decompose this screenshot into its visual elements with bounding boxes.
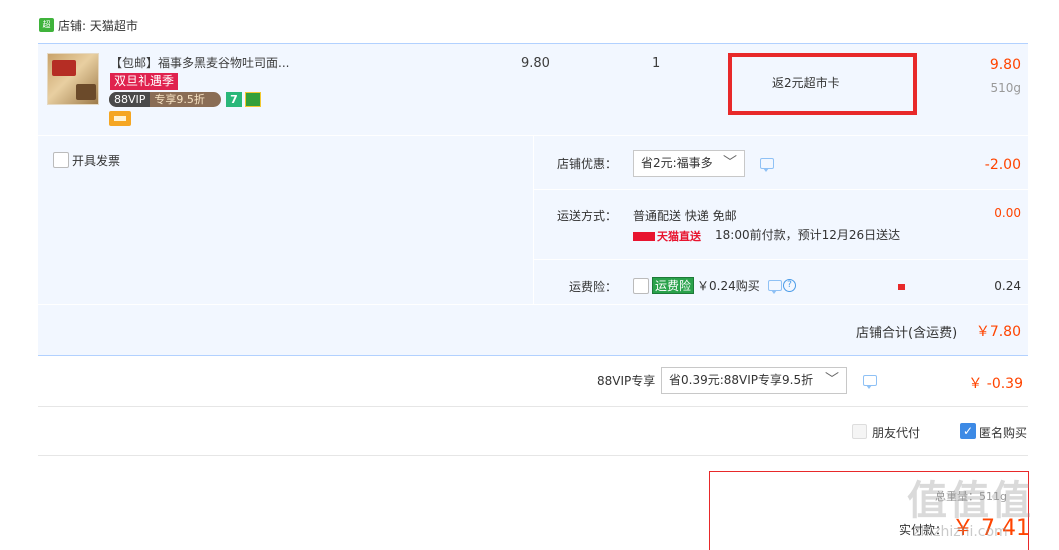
shop-total-amount: ￥7.80	[975, 324, 1021, 340]
shop-total-label: 店铺合计(含运费)	[856, 326, 958, 341]
vip-tag-label: 88VIP	[109, 92, 151, 107]
product-thumbnail-detail	[52, 60, 76, 76]
options-divider	[533, 189, 1028, 190]
rebate-text: 返2元超市卡	[772, 76, 840, 90]
insurance-badge: 运费险	[652, 277, 695, 294]
shipping-label: 运送方式：	[557, 209, 618, 223]
insurance-checkbox[interactable]	[633, 278, 649, 294]
insurance-label: 运费险：	[569, 280, 618, 294]
tmall-direct-logo: 天猫直送	[633, 228, 701, 244]
chevron-down-icon: ﹀	[825, 372, 839, 388]
annotation-marker	[898, 284, 905, 290]
help-icon[interactable]: ?	[783, 279, 796, 292]
seven-day-return-icon: 7	[226, 92, 242, 107]
quantity: 1	[652, 56, 661, 71]
holiday-promo-tag: 双旦礼遇季	[110, 73, 179, 90]
shipping-amount: 0.00	[994, 206, 1021, 220]
tmall-cat-icon	[633, 232, 655, 241]
product-thumbnail-detail	[76, 84, 96, 100]
anonymous-label[interactable]: 匿名购买	[979, 424, 1027, 441]
vip-discount-tag: 88VIP 专享9.5折	[109, 92, 221, 107]
message-icon[interactable]	[760, 158, 774, 172]
chevron-down-icon: ﹀	[723, 155, 737, 171]
tmall-direct-text: 天猫直送	[657, 230, 701, 243]
divider	[38, 406, 1028, 407]
guarantee-badge-icon	[245, 92, 261, 107]
watermark: 值值值	[907, 478, 1033, 524]
message-icon[interactable]	[863, 375, 877, 389]
shipping-method: 普通配送 快递 免邮	[633, 209, 737, 223]
options-divider	[533, 259, 1028, 260]
insurance-amount: 0.24	[994, 279, 1021, 293]
item-weight: 510g	[990, 81, 1021, 95]
options-divider	[533, 136, 534, 304]
item-subtotal: 9.80	[989, 57, 1021, 73]
watermark-url: zhizhizhi.com	[913, 524, 1008, 540]
vip-discount-label: 88VIP专享	[597, 374, 656, 388]
vip-discount-select[interactable]: 省0.39元:88VIP专享9.5折 ﹀	[661, 367, 847, 394]
message-icon[interactable]	[768, 280, 782, 294]
unit-price: 9.80	[521, 56, 550, 71]
discount-amount: -2.00	[984, 157, 1021, 173]
shop-name[interactable]: 店铺: 天猫超市	[58, 17, 138, 34]
shipping-eta: 18:00前付款，预计12月26日送达	[715, 228, 901, 242]
discount-label: 店铺优惠：	[557, 157, 618, 171]
vip-discount-select-value: 省0.39元:88VIP专享9.5折	[669, 373, 814, 387]
product-title-link[interactable]: 【包邮】福事多黑麦谷物吐司面...	[110, 54, 289, 71]
vip-discount-amount: ￥ -0.39	[968, 376, 1023, 392]
shop-discount-select-value: 省2元:福事多	[641, 156, 713, 170]
insurance-price: ￥0.24购买	[697, 279, 760, 293]
vip-tag-discount: 专享9.5折	[154, 93, 205, 106]
friend-pay-label[interactable]: 朋友代付	[872, 424, 920, 441]
anonymous-checkbox[interactable]: ✓	[960, 423, 976, 439]
invoice-label[interactable]: 开具发票	[72, 152, 120, 169]
divider	[38, 455, 1028, 456]
shop-logo: 超市	[39, 18, 54, 43]
friend-pay-checkbox[interactable]	[852, 424, 867, 439]
invoice-checkbox[interactable]	[53, 152, 69, 168]
shop-discount-select[interactable]: 省2元:福事多 ﹀	[633, 150, 745, 177]
credit-card-icon	[109, 111, 131, 126]
